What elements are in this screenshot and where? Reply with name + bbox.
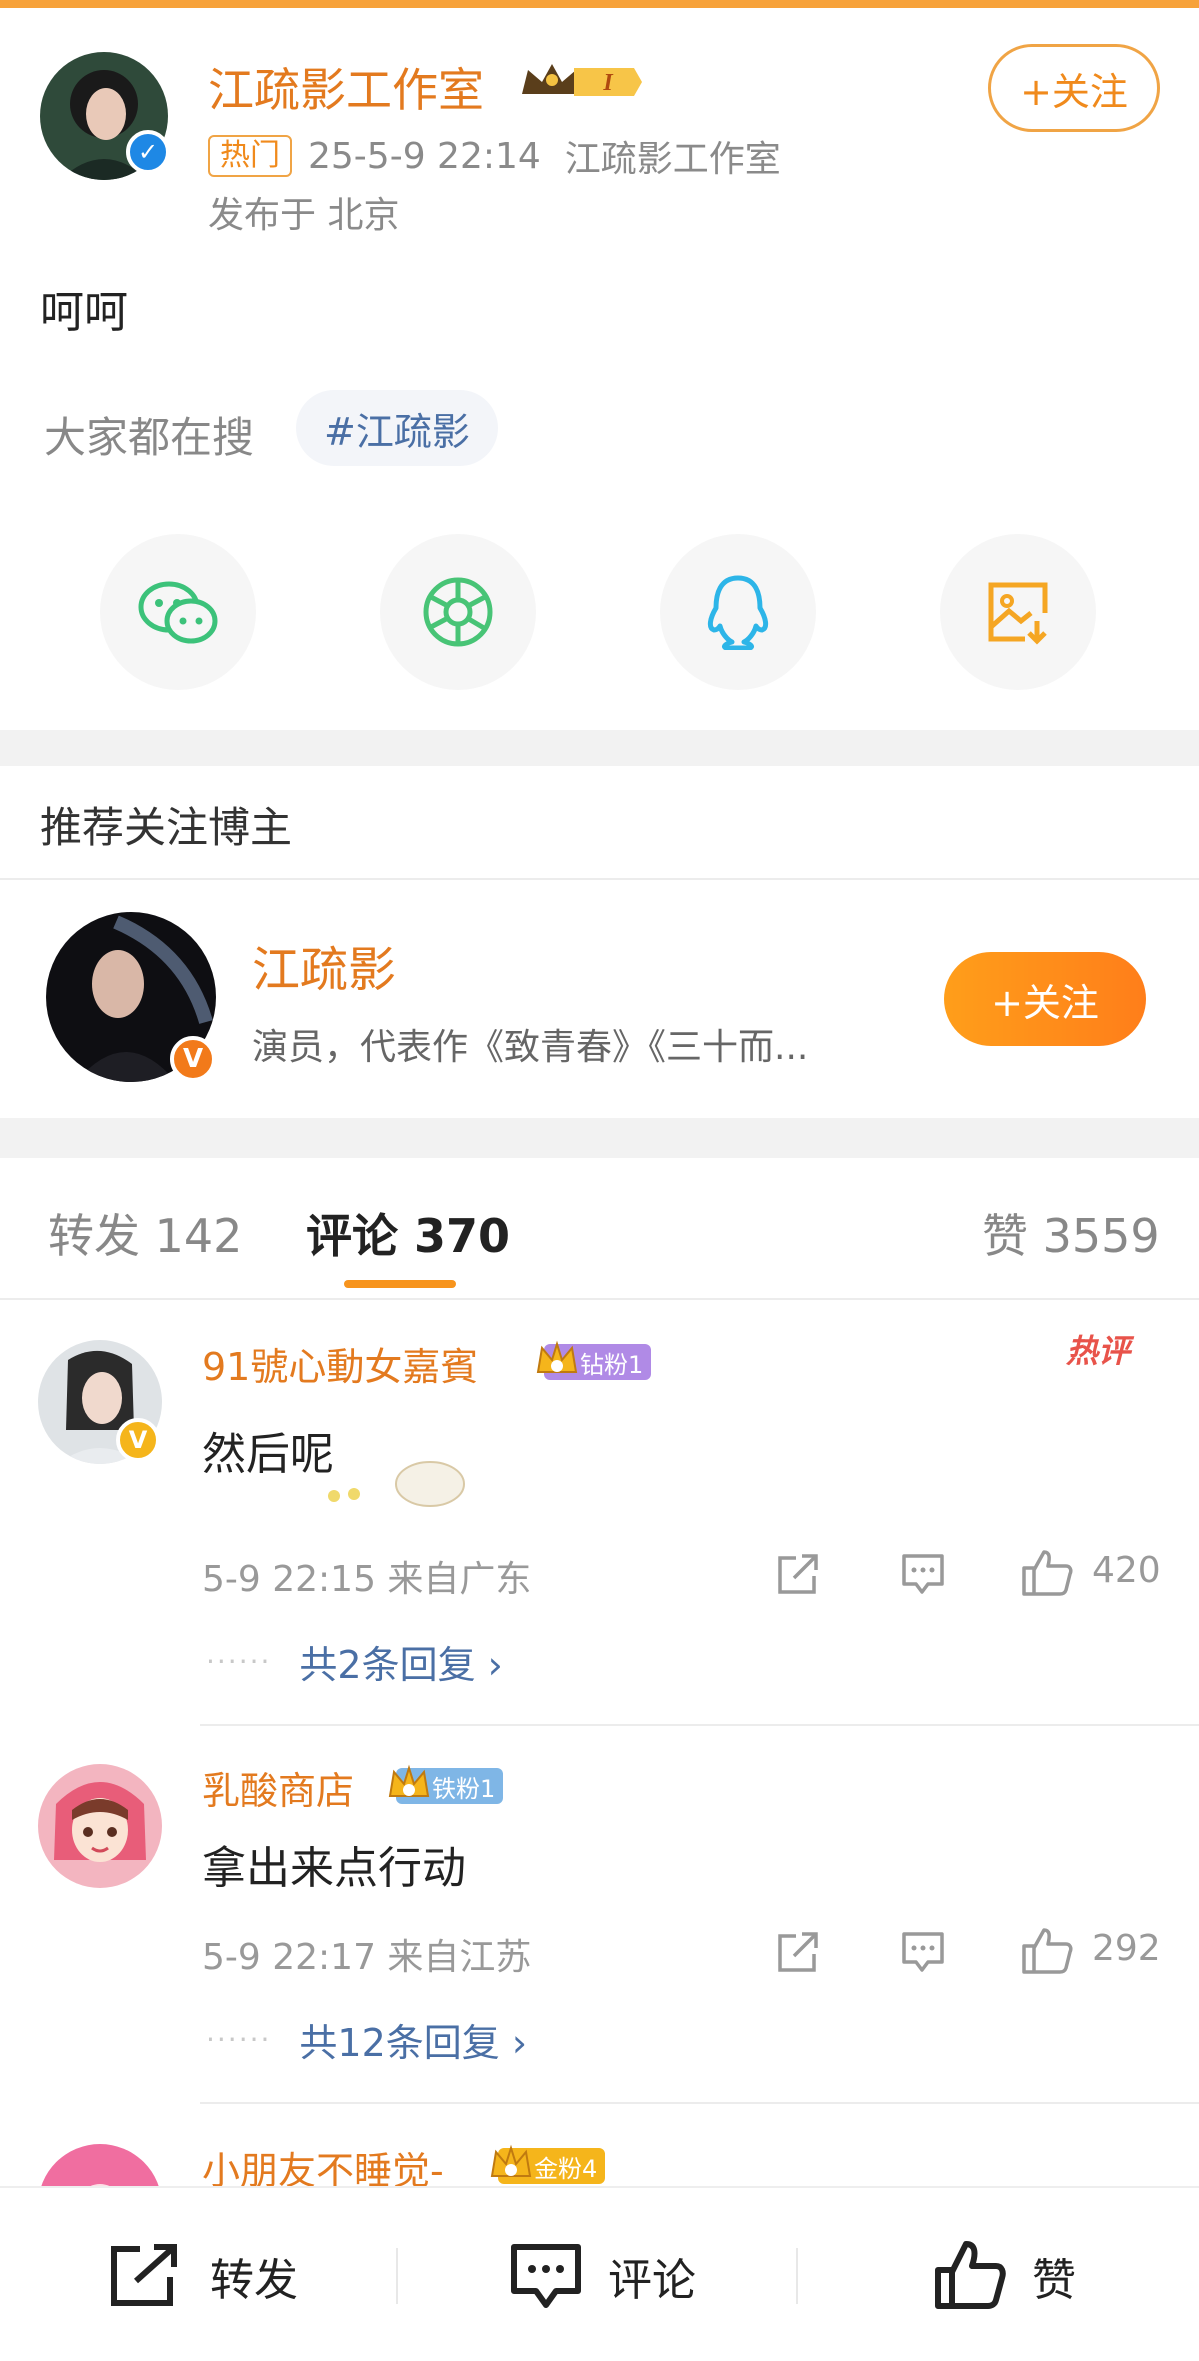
bottom-repost-label: 转发 (210, 2254, 298, 2306)
bottom-separator (796, 2248, 798, 2304)
comment-meta: 5-9 22:15 来自广东 (202, 1559, 532, 1600)
comment-text: 拿出来点行动 (202, 1843, 466, 1894)
section-gap (0, 730, 1199, 766)
like-icon (935, 2240, 1006, 2309)
view-replies-link[interactable]: ······ 共12条回复 › (206, 2012, 527, 2067)
verified-badge-icon: V (116, 1418, 160, 1462)
moments-icon (423, 577, 493, 647)
fan-crown-icon (388, 1764, 430, 1797)
trending-search-label: 大家都在搜 (44, 413, 255, 462)
fan-badge: 铁粉1 (388, 1764, 504, 1804)
post-source: 江疏影工作室 (564, 139, 781, 180)
comment-icon (511, 2243, 581, 2308)
avatar-image (38, 1764, 162, 1888)
share-wechat-button[interactable] (100, 534, 256, 690)
commenter-avatar[interactable] (38, 1764, 162, 1888)
share-icon[interactable] (776, 1930, 822, 1974)
fan-crown-icon (536, 1340, 578, 1373)
post-location: 发布于 北京 (208, 195, 400, 236)
verified-badge-icon: ✓ (126, 130, 170, 174)
reply-dots-icon: ······ (206, 2023, 272, 2056)
post-time: 25-5-9 22:14 (308, 135, 541, 177)
recommend-follow-button[interactable]: +关注 (944, 952, 1146, 1046)
wechat-icon (138, 581, 218, 644)
replies-label: 共2条回复 › (299, 1643, 503, 1687)
bottom-separator (396, 2248, 398, 2304)
divider (200, 2102, 1199, 2104)
comment-like-count: 292 (1092, 1928, 1161, 1969)
top-accent-bar (0, 0, 1199, 8)
sticker-decoration (320, 1440, 470, 1514)
save-image-button[interactable] (940, 534, 1096, 690)
post-text: 呵呵 (40, 287, 128, 338)
divider (0, 1298, 1199, 1300)
reply-dots-icon: ······ (206, 1645, 272, 1678)
bottom-like-label: 赞 (1032, 2254, 1076, 2306)
fan-badge: 金粉4 (490, 2144, 606, 2184)
verified-badge-icon: V (170, 1036, 216, 1082)
fan-crown-icon (490, 2144, 532, 2177)
vip-level-label: I (602, 70, 614, 96)
share-icon[interactable] (776, 1552, 822, 1596)
hot-comment-badge: 热评 (1066, 1332, 1131, 1370)
reply-icon[interactable] (900, 1552, 946, 1596)
trending-search-chip[interactable]: #江疏影 (296, 390, 498, 466)
qq-icon (707, 575, 769, 650)
fan-badge-label: 金粉4 (534, 2154, 598, 2183)
like-icon[interactable] (1020, 1926, 1074, 1976)
tab-like[interactable]: 赞 3559 (982, 1200, 1160, 1266)
replies-label: 共12条回复 › (299, 2021, 528, 2065)
divider (200, 1724, 1199, 1726)
recommend-description: 演员，代表作《致青春》《三十而... (252, 1027, 809, 1068)
recommend-name[interactable]: 江疏影 (252, 930, 396, 1000)
bottom-comment-label: 评论 (608, 2254, 696, 2306)
view-replies-link[interactable]: ······ 共2条回复 › (206, 1634, 503, 1689)
fan-badge: 钻粉1 (536, 1340, 652, 1380)
tab-repost[interactable]: 转发 142 (48, 1200, 242, 1266)
fan-badge-label: 铁粉1 (432, 1774, 496, 1803)
post-meta: 热门 25-5-9 22:14 江疏影工作室 (208, 132, 781, 180)
commenter-name[interactable]: 乳酸商店 (202, 1760, 354, 1815)
repost-icon (111, 2243, 177, 2306)
comment-meta: 5-9 22:17 来自江苏 (202, 1937, 532, 1978)
follow-button[interactable]: +关注 (988, 44, 1160, 132)
post-author-name[interactable]: 江疏影工作室 (208, 54, 484, 120)
hot-tag: 热门 (208, 135, 292, 177)
recommend-title: 推荐关注博主 (40, 803, 293, 852)
comment-text: 然后呢 (202, 1429, 334, 1480)
active-tab-indicator (344, 1280, 456, 1288)
save-image-icon (988, 582, 1048, 645)
commenter-name[interactable]: 91號心動女嘉賓 (202, 1336, 478, 1391)
share-moments-button[interactable] (380, 534, 536, 690)
reply-icon[interactable] (900, 1930, 946, 1974)
vip-crown-icon: I (518, 60, 644, 108)
like-icon[interactable] (1020, 1548, 1074, 1598)
bottom-comment-button[interactable]: 评论 (510, 2188, 696, 2361)
fan-badge-label: 钻粉1 (580, 1350, 644, 1379)
bottom-action-bar: 转发 评论 赞 (0, 2186, 1199, 2361)
divider (0, 878, 1199, 880)
comment-like-count: 420 (1092, 1550, 1161, 1591)
tab-comment[interactable]: 评论 370 (306, 1200, 510, 1266)
section-gap (0, 1118, 1199, 1158)
bottom-repost-button[interactable]: 转发 (108, 2188, 298, 2361)
bottom-like-button[interactable]: 赞 (934, 2188, 1076, 2361)
share-qq-button[interactable] (660, 534, 816, 690)
